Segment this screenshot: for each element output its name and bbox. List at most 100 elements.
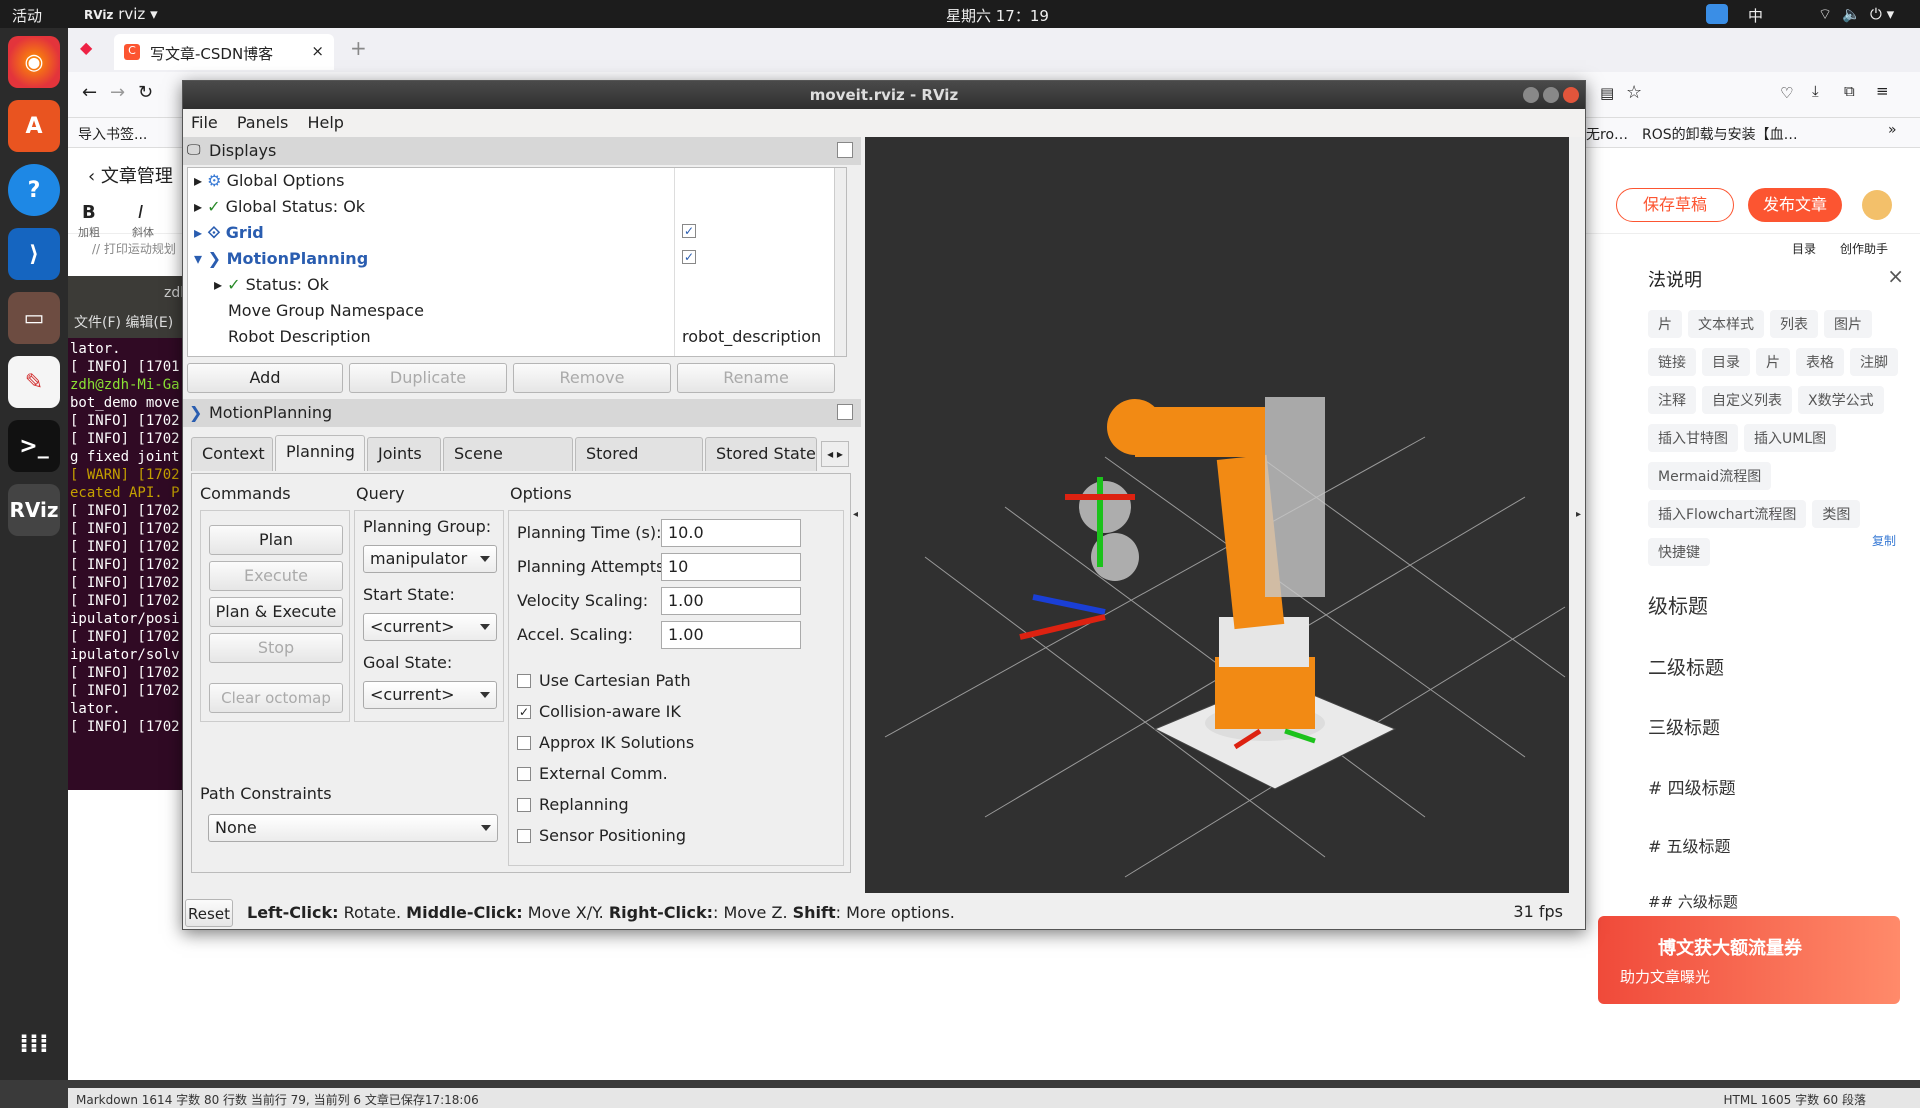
syntax-chip[interactable]: 插入UML图: [1744, 424, 1837, 452]
syntax-chip[interactable]: 图片: [1824, 310, 1872, 338]
text-editor-icon[interactable]: ✎: [8, 356, 60, 408]
firefox-icon[interactable]: ◉: [8, 36, 60, 88]
copy-link[interactable]: 复制: [1872, 532, 1896, 549]
tree-row-motionplanning[interactable]: ▾ ❯ MotionPlanning: [194, 246, 368, 272]
menu-help[interactable]: Help: [307, 113, 343, 132]
tab-stored-scenes[interactable]: Stored Scenes: [575, 437, 703, 495]
displays-tree[interactable]: ▸ ⚙ Global Options ▸ ✓ Global Status: Ok…: [187, 167, 847, 357]
firefox-view-icon[interactable]: ◆: [80, 38, 92, 57]
syntax-chip[interactable]: X数学公式: [1798, 386, 1884, 414]
app-menu[interactable]: RViz rviz ▾: [84, 5, 158, 23]
planning-group-select[interactable]: manipulator: [363, 545, 497, 573]
forward-icon[interactable]: →: [110, 82, 125, 103]
syntax-chip[interactable]: 片: [1756, 348, 1790, 376]
minimize-icon[interactable]: [1523, 87, 1539, 103]
planning-attempts-input[interactable]: 10: [661, 553, 801, 581]
syntax-chip[interactable]: 插入Flowchart流程图: [1648, 500, 1807, 528]
tree-row-move-group-namespace[interactable]: Move Group Namespace: [228, 298, 424, 324]
float-checkbox[interactable]: [837, 142, 853, 158]
back-to-articles[interactable]: ‹ 文章管理: [88, 162, 173, 188]
syntax-chip[interactable]: 自定义列表: [1702, 386, 1792, 414]
back-icon[interactable]: ←: [82, 82, 97, 103]
tab-context[interactable]: Context: [191, 437, 273, 471]
files-icon[interactable]: ▭: [8, 292, 60, 344]
syntax-chip[interactable]: 列表: [1770, 310, 1818, 338]
duplicate-button[interactable]: Duplicate: [349, 363, 507, 393]
syntax-chip[interactable]: 类图: [1812, 500, 1861, 528]
browser-tab[interactable]: C 写文章-CSDN博客 ×: [114, 34, 334, 70]
clear-octomap-button[interactable]: Clear octomap: [209, 683, 343, 713]
more-bookmarks-icon[interactable]: »: [1888, 122, 1897, 138]
menu-file[interactable]: File: [191, 113, 218, 132]
syntax-chip[interactable]: 注脚: [1850, 348, 1898, 376]
clock[interactable]: 星期六 17：19: [946, 5, 1049, 26]
syntax-chip[interactable]: 表格: [1796, 348, 1844, 376]
menu-panels[interactable]: Panels: [237, 113, 289, 132]
reload-icon[interactable]: ↻: [138, 82, 153, 103]
menu-icon[interactable]: ≡: [1876, 82, 1889, 100]
volume-icon[interactable]: 🔈: [1842, 5, 1861, 23]
syntax-chip[interactable]: Mermaid流程图: [1648, 462, 1772, 490]
reset-button[interactable]: Reset: [185, 899, 233, 927]
app-grid-icon[interactable]: ⁞⁞⁞: [8, 1018, 60, 1070]
use-cartesian-path-checkbox[interactable]: Use Cartesian Path: [517, 671, 691, 690]
rename-button[interactable]: Rename: [677, 363, 835, 393]
download-icon[interactable]: ⤓: [1812, 82, 1819, 100]
tab-joints[interactable]: Joints: [367, 437, 441, 471]
save-draft-button[interactable]: 保存草稿: [1616, 188, 1734, 222]
syntax-chip[interactable]: 片: [1648, 310, 1682, 338]
vscode-icon[interactable]: ⟩: [8, 228, 60, 280]
avatar[interactable]: [1862, 190, 1892, 220]
tree-row-status[interactable]: ▸ ✓ Status: Ok: [214, 272, 329, 298]
keyboard-icon[interactable]: [1706, 4, 1728, 24]
plan-button[interactable]: Plan: [209, 525, 343, 555]
tree-row-robot-description[interactable]: Robot Description: [228, 324, 371, 350]
motionplanning-enabled-checkbox[interactable]: ✓: [682, 250, 696, 264]
start-state-select[interactable]: <current>: [363, 613, 497, 641]
reader-icon[interactable]: ▤: [1600, 84, 1614, 102]
sensor-positioning-checkbox[interactable]: Sensor Positioning: [517, 826, 686, 845]
close-tab-icon[interactable]: ×: [311, 42, 324, 60]
tree-row-global-status[interactable]: ▸ ✓ Global Status: Ok: [194, 194, 365, 220]
collapse-right-icon[interactable]: ▸: [1576, 509, 1581, 520]
collapse-left-icon[interactable]: ◂: [853, 509, 858, 520]
add-button[interactable]: Add: [187, 363, 343, 393]
syntax-chip[interactable]: 文本样式: [1688, 310, 1764, 338]
goal-state-select[interactable]: <current>: [363, 681, 497, 709]
robot-description-value[interactable]: robot_description: [682, 324, 821, 350]
bold-icon[interactable]: B: [82, 202, 96, 223]
network-icon[interactable]: ⌔: [1818, 5, 1832, 24]
replanning-checkbox[interactable]: Replanning: [517, 795, 629, 814]
help-icon[interactable]: ?: [8, 164, 60, 216]
close-window-icon[interactable]: [1563, 87, 1579, 103]
rviz-icon[interactable]: RViz: [8, 484, 60, 536]
publish-button[interactable]: 发布文章: [1748, 188, 1842, 222]
tab-scene-objects[interactable]: Scene Objects: [443, 437, 573, 495]
new-tab-icon[interactable]: +: [350, 36, 367, 60]
assistant-label[interactable]: 创作助手: [1840, 240, 1888, 257]
italic-icon[interactable]: I: [138, 202, 143, 223]
float-checkbox[interactable]: [837, 404, 853, 420]
power-icon[interactable]: ⏻ ▾: [1870, 5, 1894, 23]
approx-ik-checkbox[interactable]: Approx IK Solutions: [517, 733, 694, 752]
bookmark-import[interactable]: 导入书签...: [78, 124, 147, 144]
tab-planning[interactable]: Planning: [275, 435, 365, 471]
close-icon[interactable]: ×: [1887, 264, 1904, 288]
execute-button[interactable]: Execute: [209, 561, 343, 591]
3d-viewport[interactable]: ◂ ▸: [853, 137, 1581, 893]
pocket-icon[interactable]: ♡: [1780, 84, 1793, 102]
velocity-scaling-input[interactable]: 1.00: [661, 587, 801, 615]
input-method[interactable]: 中: [1748, 5, 1763, 26]
syntax-chip[interactable]: 快捷键: [1648, 538, 1710, 566]
toc-label[interactable]: 目录: [1792, 240, 1816, 257]
extensions-icon[interactable]: ⧉: [1844, 82, 1855, 100]
star-icon[interactable]: ☆: [1626, 82, 1642, 103]
terminal-icon[interactable]: >_: [8, 420, 60, 472]
tab-stored-states[interactable]: Stored States: [705, 437, 817, 471]
plan-execute-button[interactable]: Plan & Execute: [209, 597, 343, 627]
syntax-chip[interactable]: 插入甘特图: [1648, 424, 1738, 452]
path-constraints-select[interactable]: None: [208, 814, 498, 842]
bookmark-item[interactable]: 无ro…: [1586, 124, 1628, 144]
stop-button[interactable]: Stop: [209, 633, 343, 663]
tree-row-global-options[interactable]: ▸ ⚙ Global Options: [194, 168, 344, 194]
